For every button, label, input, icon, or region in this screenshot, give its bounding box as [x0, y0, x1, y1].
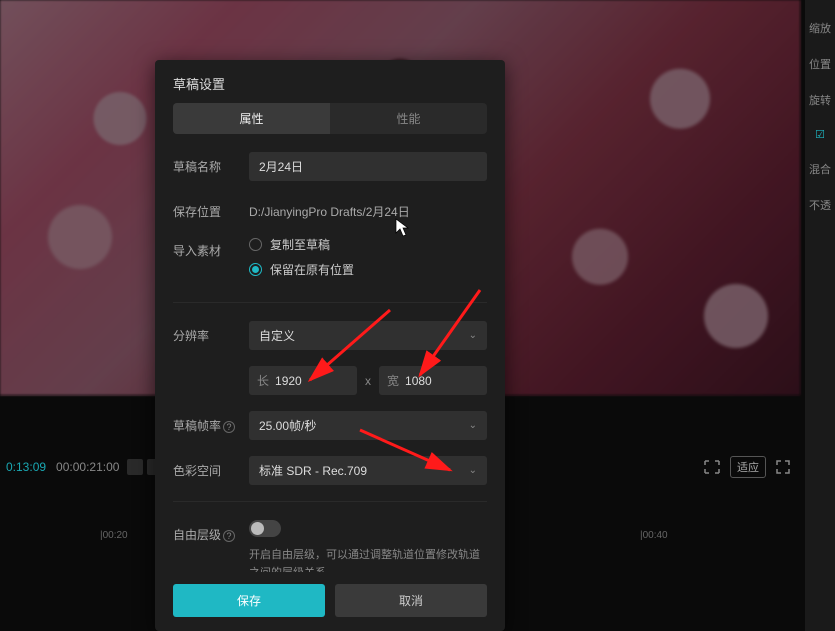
- fps-select[interactable]: 25.00帧/秒 ⌄: [249, 411, 487, 440]
- rp-checked[interactable]: ☑: [805, 118, 835, 151]
- radio-icon: [249, 238, 262, 251]
- radio-keep-in-place[interactable]: 保留在原有位置: [249, 261, 487, 278]
- dialog-title: 草稿设置: [155, 60, 505, 103]
- label-save-path: 保存位置: [173, 197, 249, 220]
- dialog-tabs: 属性 性能: [173, 103, 487, 134]
- cancel-button[interactable]: 取消: [335, 584, 487, 617]
- tab-attributes[interactable]: 属性: [173, 103, 330, 134]
- draft-settings-dialog: 草稿设置 属性 性能 草稿名称 2月24日 保存位置 D:/JianyingPr…: [155, 60, 505, 631]
- timeline-view-icon-1[interactable]: [127, 459, 143, 475]
- radio-copy-to-draft[interactable]: 复制至草稿: [249, 236, 487, 253]
- fullscreen-icon[interactable]: [776, 460, 790, 474]
- colorspace-select[interactable]: 标准 SDR - Rec.709 ⌄: [249, 456, 487, 485]
- freelayer-toggle[interactable]: [249, 520, 281, 537]
- height-value: 1080: [405, 374, 432, 388]
- rp-blend[interactable]: 混合: [805, 151, 835, 187]
- label-colorspace: 色彩空间: [173, 456, 249, 479]
- divider: [173, 501, 487, 502]
- label-empty: [173, 366, 249, 372]
- label-import: 导入素材: [173, 236, 249, 259]
- label-fps: 草稿帧率?: [173, 411, 249, 434]
- ruler-tick: |00:40: [640, 530, 668, 541]
- tab-performance[interactable]: 性能: [330, 103, 487, 134]
- divider: [173, 302, 487, 303]
- save-path-text: D:/JianyingPro Drafts/2月24日: [249, 197, 487, 220]
- width-label: 长: [257, 372, 269, 389]
- colorspace-value: 标准 SDR - Rec.709: [259, 462, 367, 479]
- rp-scale[interactable]: 缩放: [805, 10, 835, 46]
- rp-position[interactable]: 位置: [805, 46, 835, 82]
- height-input[interactable]: 宽 1080: [379, 366, 487, 395]
- timeline-time-total: 00:00:21:00: [56, 460, 119, 474]
- focus-icon[interactable]: [704, 460, 720, 474]
- resolution-select[interactable]: 自定义 ⌄: [249, 321, 487, 350]
- height-label: 宽: [387, 372, 399, 389]
- timeline-time-current: 0:13:09: [6, 460, 46, 474]
- right-properties-panel: 缩放 位置 旋转 ☑ 混合 不透: [805, 0, 835, 631]
- label-resolution: 分辨率: [173, 321, 249, 344]
- ruler-tick: |00:20: [100, 530, 128, 541]
- rp-rotate[interactable]: 旋转: [805, 82, 835, 118]
- help-icon[interactable]: ?: [223, 421, 235, 433]
- dialog-body: 草稿名称 2月24日 保存位置 D:/JianyingPro Drafts/2月…: [155, 146, 505, 572]
- radio-icon-selected: [249, 263, 262, 276]
- help-icon[interactable]: ?: [223, 530, 235, 542]
- width-value: 1920: [275, 374, 302, 388]
- rp-opacity[interactable]: 不透: [805, 187, 835, 223]
- fps-value: 25.00帧/秒: [259, 417, 316, 434]
- dimension-x: x: [365, 374, 371, 388]
- resolution-value: 自定义: [259, 327, 295, 344]
- save-button[interactable]: 保存: [173, 584, 325, 617]
- width-input[interactable]: 长 1920: [249, 366, 357, 395]
- dialog-footer: 保存 取消: [155, 572, 505, 631]
- label-freelayer: 自由层级?: [173, 520, 249, 543]
- chevron-down-icon: ⌄: [469, 420, 477, 431]
- adapt-button[interactable]: 适应: [730, 456, 766, 478]
- chevron-down-icon: ⌄: [469, 465, 477, 476]
- draft-name-input[interactable]: 2月24日: [249, 152, 487, 181]
- radio-label: 复制至草稿: [270, 236, 330, 253]
- label-draft-name: 草稿名称: [173, 152, 249, 175]
- freelayer-hint: 开启自由层级，可以通过调整轨道位置修改轨道之间的层级关系。: [249, 547, 487, 572]
- radio-label: 保留在原有位置: [270, 261, 354, 278]
- chevron-down-icon: ⌄: [469, 330, 477, 341]
